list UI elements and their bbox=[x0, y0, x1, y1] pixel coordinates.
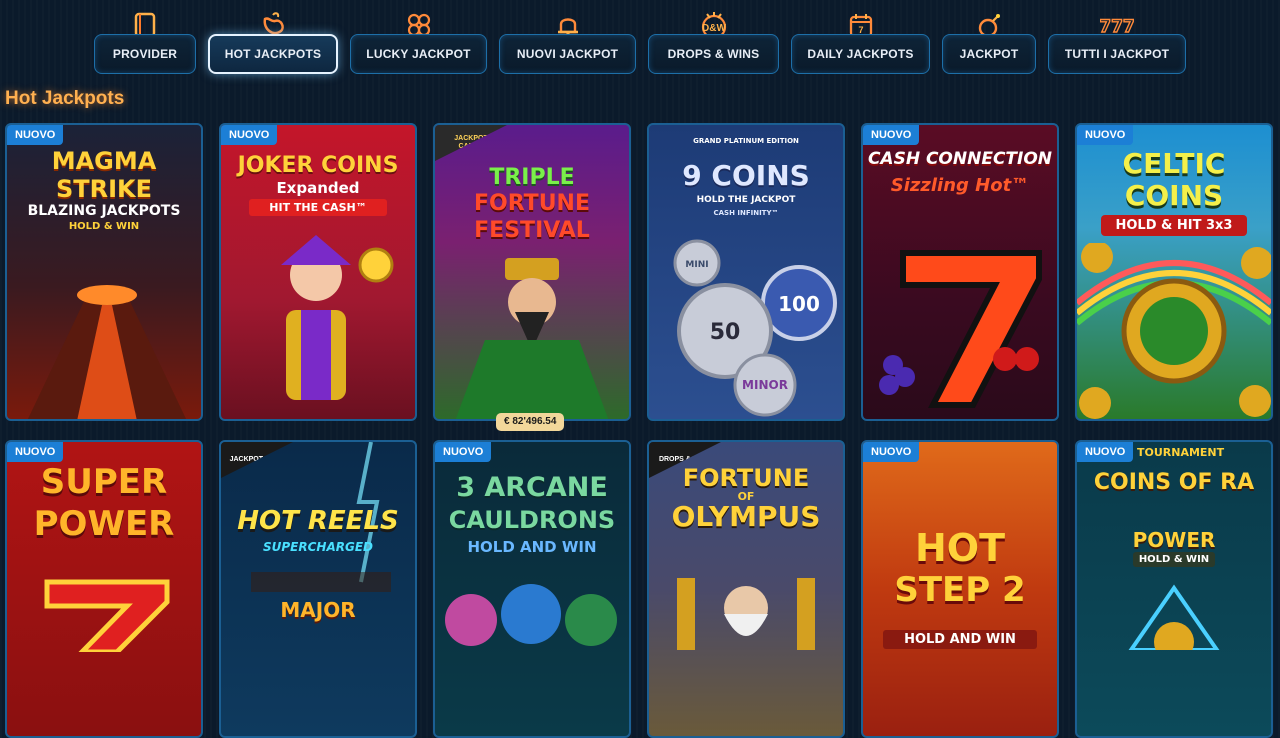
new-badge: NUOVO bbox=[7, 442, 64, 462]
nav-item-label: LUCKY JACKPOT bbox=[350, 34, 487, 74]
nav-item-lucky-jackpot[interactable]: LUCKY JACKPOT bbox=[350, 6, 487, 74]
game-subtitle: POWER bbox=[33, 504, 175, 544]
game-tile-celtic-coins[interactable]: NUOVO CELTIC COINS HOLD & HIT 3x3 bbox=[1075, 123, 1273, 421]
new-badge: NUOVO bbox=[863, 125, 920, 145]
game-title: HOT REELS bbox=[237, 506, 399, 536]
game-title: 9 COINS bbox=[682, 159, 810, 192]
game-tagline: HOLD & HIT 3x3 bbox=[1101, 215, 1247, 236]
game-subtitle: CAULDRONS bbox=[448, 506, 616, 534]
game-subtitle: OLYMPUS bbox=[671, 500, 821, 533]
nav-item-label: TUTTI I JACKPOT bbox=[1048, 34, 1186, 74]
nav-item-label: NUOVI JACKPOT bbox=[499, 34, 636, 74]
nav-item-tutti-i-jackpot[interactable]: 777 TUTTI I JACKPOT bbox=[1048, 6, 1186, 74]
nav-item-label: HOT JACKPOTS bbox=[208, 34, 338, 74]
svg-text:MINI: MINI bbox=[685, 260, 708, 270]
game-tile-magma-strike[interactable]: NUOVO MAGMA STRIKE BLAZING JACKPOTS HOLD… bbox=[5, 123, 203, 421]
game-subtitle: STEP 2 bbox=[894, 570, 1026, 610]
volcano-art bbox=[27, 285, 187, 419]
nav-item-label: JACKPOT bbox=[942, 34, 1036, 74]
joker-art bbox=[281, 235, 394, 400]
game-title: JOKER COINS bbox=[237, 153, 399, 178]
new-badge: NUOVO bbox=[1077, 442, 1134, 462]
game-tagline: HOLD & WIN bbox=[68, 221, 140, 232]
game-title: CELTIC bbox=[1122, 147, 1226, 180]
new-badge: NUOVO bbox=[1077, 125, 1134, 145]
new-badge: NUOVO bbox=[7, 125, 64, 145]
game-title: 3 ARCANE bbox=[456, 472, 608, 503]
game-subtitle: BLAZING JACKPOTS bbox=[27, 203, 181, 219]
game-tile-joker-coins[interactable]: NUOVO JOKER COINS Expanded HIT THE CASH™ bbox=[219, 123, 417, 421]
game-title: CASH CONNECTION bbox=[867, 149, 1053, 169]
nav-item-daily-jackpots[interactable]: 7 DAILY JACKPOTS bbox=[791, 6, 930, 74]
witches-art bbox=[445, 584, 617, 646]
svg-text:50: 50 bbox=[710, 320, 741, 345]
game-tile-9-coins[interactable]: GRAND PLATINUM EDITION 9 COINS HOLD THE … bbox=[647, 123, 845, 421]
game-tagline: MAJOR bbox=[280, 598, 356, 622]
tournament-label: TOURNAMENT bbox=[1137, 446, 1225, 459]
game-tagline: HOLD & WIN bbox=[1133, 552, 1215, 567]
game-tagline: CASH INFINITY™ bbox=[713, 209, 779, 217]
clover-coin-art bbox=[1077, 243, 1271, 419]
category-nav: PROVIDER HOT JACKPOTS LUCKY JACKPOT NUOV… bbox=[0, 0, 1280, 80]
game-subtitle: HOLD THE JACKPOT bbox=[696, 195, 796, 205]
game-subtitle: POWER bbox=[1132, 528, 1216, 552]
game-tile-triple-fortune-festival[interactable]: JACKPOT CARDS TRIPLE FORTUNE FESTIVAL bbox=[433, 123, 631, 421]
game-tagline: HOLD AND WIN bbox=[467, 538, 597, 556]
zeus-art bbox=[677, 578, 815, 650]
game-subtitle: FORTUNE bbox=[474, 191, 590, 216]
game-tile-coins-of-ra-power[interactable]: NUOVO TOURNAMENT COINS OF RA POWER HOLD … bbox=[1075, 440, 1273, 738]
game-tile-cash-connection-sizzling-hot[interactable]: NUOVO CASH CONNECTION Sizzling Hot™ bbox=[861, 123, 1059, 421]
nav-item-hot-jackpots[interactable]: HOT JACKPOTS bbox=[208, 6, 338, 74]
nav-item-drops-wins[interactable]: D&W DROPS & WINS bbox=[648, 6, 779, 74]
game-tile-fortune-of-olympus[interactable]: DROPS & WINS FORTUNE OF OLYMPUS bbox=[647, 440, 845, 738]
jackpot-cards-badge: JACKPOT CARDS bbox=[435, 125, 507, 161]
nav-item-label: DROPS & WINS bbox=[648, 34, 779, 74]
game-tile-super-power[interactable]: NUOVO SUPER POWER bbox=[5, 440, 203, 738]
game-title: MAGMA STRIKE bbox=[51, 147, 157, 203]
game-tagline: HIT THE CASH™ bbox=[249, 199, 387, 216]
game-subtitle: Expanded bbox=[276, 179, 360, 197]
game-subtitle: COINS bbox=[1124, 179, 1224, 212]
jackpot-amount: € 82'496.54 bbox=[496, 413, 565, 431]
nav-item-label: PROVIDER bbox=[94, 34, 196, 74]
section-title: Hot Jackpots bbox=[5, 88, 125, 109]
pyramid-art bbox=[1128, 584, 1220, 650]
nav-item-provider[interactable]: PROVIDER bbox=[94, 6, 196, 74]
svg-text:MINOR: MINOR bbox=[742, 378, 788, 392]
game-title: FORTUNE bbox=[682, 464, 810, 492]
game-title: COINS OF RA bbox=[1093, 470, 1255, 495]
coins-art: MINI 100 50 MINOR bbox=[673, 239, 837, 417]
edition-label: GRAND PLATINUM EDITION bbox=[693, 137, 799, 145]
game-title: TRIPLE bbox=[489, 165, 575, 190]
game-tagline: FESTIVAL bbox=[474, 218, 590, 243]
fortune-god-art bbox=[455, 258, 609, 419]
game-tile-hot-step-2[interactable]: NUOVO HOT STEP 2 HOLD AND WIN bbox=[861, 440, 1059, 738]
game-tile-3-arcane-cauldrons[interactable]: NUOVO 3 ARCANE CAULDRONS HOLD AND WIN bbox=[433, 440, 631, 738]
new-badge: NUOVO bbox=[863, 442, 920, 462]
new-badge: NUOVO bbox=[221, 125, 278, 145]
seven-fruit-art bbox=[879, 250, 1042, 408]
nav-item-nuovi-jackpot[interactable]: NUOVI JACKPOT bbox=[499, 6, 636, 74]
game-subtitle: Sizzling Hot™ bbox=[890, 175, 1030, 196]
game-tile-hot-reels[interactable]: JACKPOT HUNT HOT REELS SUPERCHARGED MAJO… bbox=[219, 440, 417, 738]
seven-art bbox=[44, 579, 170, 652]
nav-item-label: DAILY JACKPOTS bbox=[791, 34, 930, 74]
game-subtitle: SUPERCHARGED bbox=[262, 540, 373, 554]
new-badge: NUOVO bbox=[435, 442, 492, 462]
game-title: SUPER bbox=[40, 462, 168, 502]
game-title: HOT bbox=[914, 526, 1006, 570]
svg-text:100: 100 bbox=[778, 292, 820, 316]
nav-item-jackpot[interactable]: JACKPOT bbox=[942, 6, 1036, 74]
game-tagline: HOLD AND WIN bbox=[883, 630, 1037, 649]
svg-text:D&W: D&W bbox=[702, 23, 726, 34]
